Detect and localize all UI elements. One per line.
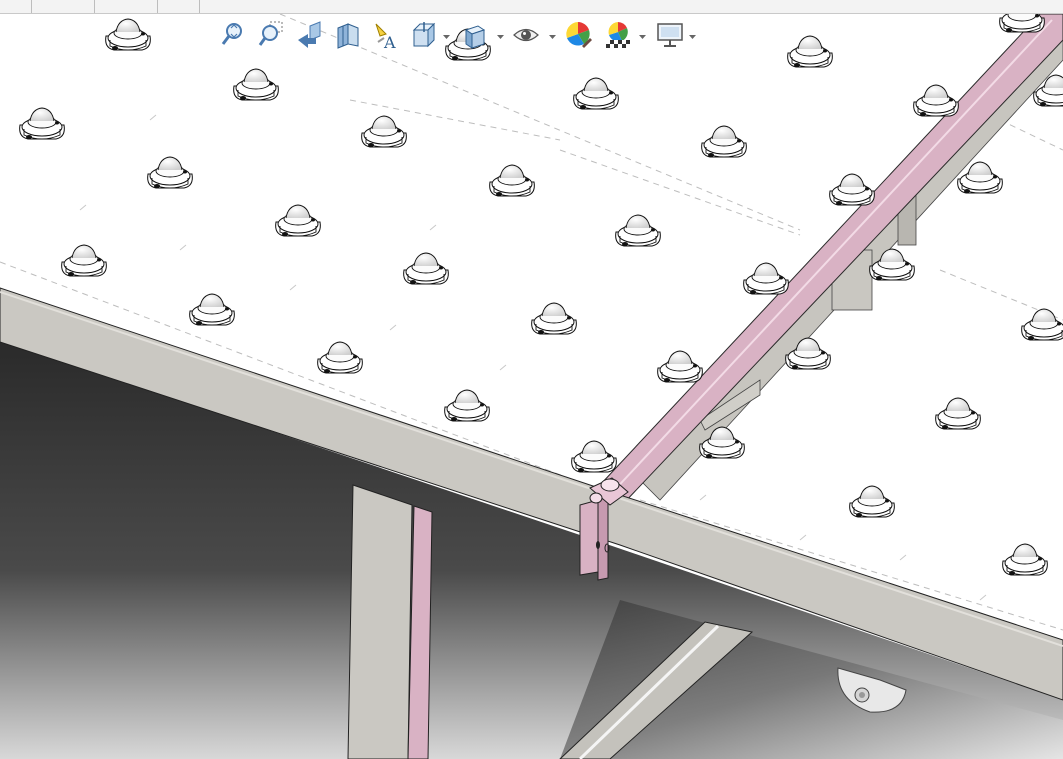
view-settings-dropdown[interactable]	[688, 32, 697, 41]
zoom-to-fit-button[interactable]	[216, 18, 250, 54]
section-view-icon	[337, 23, 359, 49]
monitor-icon	[657, 23, 683, 47]
chevron-down-icon	[689, 35, 696, 39]
annotation-views-icon: A	[375, 23, 396, 50]
edit-appearance-icon	[566, 22, 592, 48]
zoom-to-fit-icon	[221, 23, 242, 45]
edit-appearance-button[interactable]	[560, 18, 594, 54]
previous-view-button[interactable]	[292, 18, 326, 54]
display-style-button[interactable]	[456, 18, 490, 54]
previous-view-icon	[298, 21, 321, 48]
chevron-down-icon	[639, 35, 646, 39]
eye-icon	[513, 28, 539, 42]
chevron-down-icon	[443, 35, 450, 39]
chevron-down-icon	[497, 35, 504, 39]
view-orientation-dropdown[interactable]	[442, 32, 451, 41]
leg-left[interactable]	[347, 484, 413, 759]
tab-1[interactable]	[0, 0, 32, 13]
apply-scene-button[interactable]	[600, 18, 634, 54]
tab-strip	[0, 0, 1063, 14]
apply-scene-icon	[606, 22, 630, 48]
display-style-dropdown[interactable]	[496, 32, 505, 41]
section-view-button[interactable]	[330, 18, 364, 54]
tab-3[interactable]	[95, 0, 158, 13]
view-settings-button[interactable]	[652, 18, 686, 54]
zoom-to-area-icon	[258, 21, 283, 46]
zoom-to-area-button[interactable]	[254, 18, 288, 54]
view-orientation-button[interactable]	[406, 18, 440, 54]
dynamic-annotation-views-button[interactable]: A	[368, 18, 402, 54]
graphics-area[interactable]	[0, 0, 1063, 759]
tab-4[interactable]	[158, 0, 200, 13]
svg-text:A: A	[383, 33, 396, 50]
hide-show-items-dropdown[interactable]	[548, 32, 557, 41]
tab-2[interactable]	[32, 0, 95, 13]
hide-show-items-button[interactable]	[508, 18, 542, 54]
chevron-down-icon	[549, 35, 556, 39]
apply-scene-dropdown[interactable]	[638, 32, 647, 41]
view-orientation-icon	[412, 22, 436, 48]
display-style-icon	[464, 25, 486, 49]
